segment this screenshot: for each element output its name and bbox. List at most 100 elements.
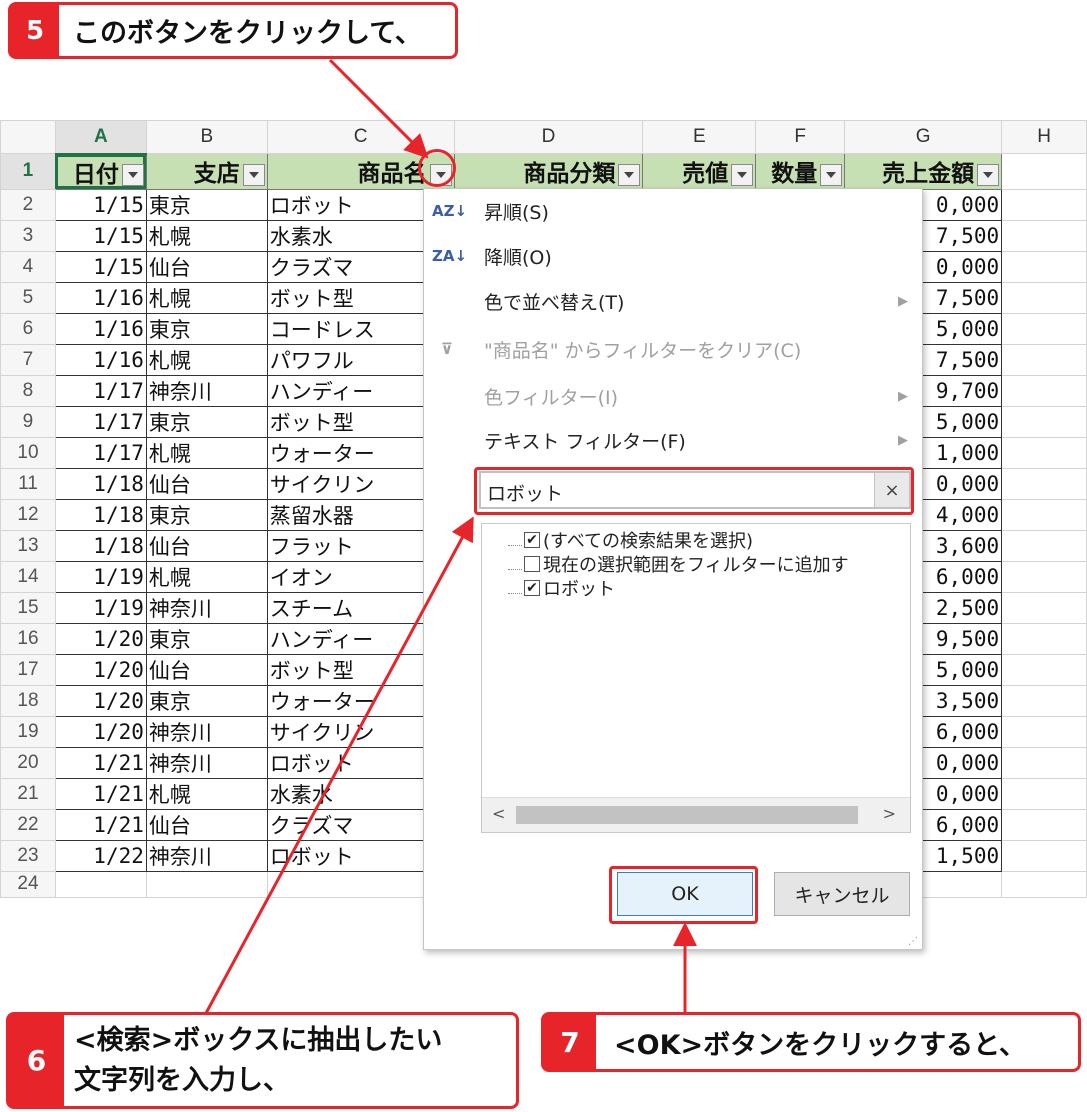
cell-branch[interactable]: 東京 <box>145 188 268 221</box>
cell-date[interactable]: 1/18 <box>54 467 147 500</box>
cell-branch[interactable]: 東京 <box>145 405 268 438</box>
cell[interactable] <box>1001 591 1087 624</box>
cell-date[interactable]: 1/17 <box>54 436 147 469</box>
row-header[interactable]: 2 <box>0 188 56 221</box>
filter-header-cell[interactable]: 日付 <box>54 153 147 190</box>
menu-item-sort-ascending[interactable]: AZ↓ 昇順(S) <box>424 191 922 231</box>
row-header[interactable]: 17 <box>0 653 56 686</box>
cell-date[interactable]: 1/18 <box>54 498 147 531</box>
cell[interactable] <box>1001 436 1087 469</box>
cell-branch[interactable]: 東京 <box>145 684 268 717</box>
filter-dropdown-button[interactable] <box>977 163 1000 186</box>
scrollbar-thumb[interactable] <box>516 806 858 824</box>
cell-branch[interactable]: 札幌 <box>145 281 268 314</box>
row-header[interactable]: 12 <box>0 498 56 531</box>
cell[interactable] <box>1001 870 1087 898</box>
cell-date[interactable]: 1/20 <box>54 622 147 655</box>
cell-branch[interactable]: 仙台 <box>145 529 268 562</box>
row-header[interactable]: 9 <box>0 405 56 438</box>
row-header[interactable]: 13 <box>0 529 56 562</box>
cell[interactable] <box>1001 374 1087 407</box>
select-all-corner[interactable] <box>0 120 56 154</box>
cell-date[interactable]: 1/20 <box>54 653 147 686</box>
cell[interactable] <box>1001 343 1087 376</box>
row-header[interactable]: 8 <box>0 374 56 407</box>
cell-date[interactable]: 1/16 <box>54 343 147 376</box>
column-header-A[interactable]: A <box>54 120 147 155</box>
row-header[interactable]: 18 <box>0 684 56 717</box>
column-header-C[interactable]: C <box>266 120 455 154</box>
horizontal-scrollbar[interactable]: < > <box>482 797 910 832</box>
cell-branch[interactable]: 札幌 <box>145 436 268 469</box>
checkbox-checked-icon[interactable]: ✔ <box>524 532 540 548</box>
cell[interactable] <box>1001 715 1087 748</box>
checkbox-unchecked-icon[interactable] <box>524 556 540 572</box>
cell[interactable] <box>1001 312 1087 345</box>
menu-item-sort-descending[interactable]: ZA↓ 降順(O) <box>424 236 922 276</box>
menu-item-sort-by-color[interactable]: 色で並べ替え(T) ▶ <box>424 281 922 321</box>
cell[interactable] <box>1001 188 1087 221</box>
cell[interactable] <box>1001 653 1087 686</box>
filter-dropdown-button[interactable] <box>618 163 641 186</box>
cell-date[interactable]: 1/21 <box>54 808 147 841</box>
row-header[interactable]: 11 <box>0 467 56 500</box>
cell-date[interactable]: 1/22 <box>54 839 147 872</box>
filter-header-cell[interactable]: 商品分類 <box>453 153 644 190</box>
column-header-F[interactable]: F <box>755 120 846 154</box>
scroll-right-icon[interactable]: > <box>883 804 896 823</box>
cell[interactable] <box>1001 839 1087 872</box>
cell[interactable] <box>1001 684 1087 717</box>
cell-date[interactable]: 1/19 <box>54 591 147 624</box>
row-header[interactable]: 10 <box>0 436 56 469</box>
cell-branch[interactable]: 仙台 <box>145 653 268 686</box>
cell[interactable] <box>1001 622 1087 655</box>
cell-branch[interactable]: 神奈川 <box>145 374 268 407</box>
cell-date[interactable]: 1/17 <box>54 374 147 407</box>
row-header[interactable]: 20 <box>0 746 56 779</box>
cell-branch[interactable]: 仙台 <box>145 467 268 500</box>
filter-dropdown-button[interactable] <box>820 163 843 186</box>
row-header[interactable]: 14 <box>0 560 56 593</box>
filter-header-cell[interactable]: 数量 <box>755 153 846 190</box>
cell[interactable] <box>1001 808 1087 841</box>
cell-branch[interactable]: 神奈川 <box>145 839 268 872</box>
row-header[interactable]: 6 <box>0 312 56 345</box>
cell[interactable] <box>1001 777 1087 810</box>
cell-branch[interactable]: 仙台 <box>145 250 268 283</box>
cell[interactable] <box>1001 153 1087 190</box>
cell-branch[interactable]: 東京 <box>145 312 268 345</box>
row-header[interactable]: 19 <box>0 715 56 748</box>
cell-date[interactable]: 1/21 <box>54 777 147 810</box>
cell[interactable] <box>1001 405 1087 438</box>
filter-dropdown-button[interactable] <box>731 163 754 186</box>
cell-date[interactable]: 1/16 <box>54 312 147 345</box>
row-header[interactable]: 24 <box>0 870 56 898</box>
cell[interactable] <box>1001 219 1087 252</box>
cell-branch[interactable]: 東京 <box>145 622 268 655</box>
filter-dropdown-button[interactable] <box>121 164 144 186</box>
cell[interactable] <box>1001 281 1087 314</box>
menu-item-text-filter[interactable]: テキスト フィルター(F) ▶ <box>424 420 922 460</box>
filter-header-cell[interactable]: 支店 <box>145 153 268 190</box>
cell-date[interactable]: 1/17 <box>54 405 147 438</box>
filter-header-cell[interactable]: 売値 <box>642 153 757 190</box>
cancel-button[interactable]: キャンセル <box>774 872 910 916</box>
cell-branch[interactable]: 仙台 <box>145 808 268 841</box>
list-item-robot[interactable]: ✔ ロボット <box>508 574 615 602</box>
column-header-D[interactable]: D <box>453 120 644 154</box>
row-header[interactable]: 7 <box>0 343 56 376</box>
cell[interactable] <box>1001 250 1087 283</box>
row-header[interactable]: 16 <box>0 622 56 655</box>
cell-date[interactable]: 1/18 <box>54 529 147 562</box>
row-header[interactable]: 23 <box>0 839 56 872</box>
cell-branch[interactable]: 札幌 <box>145 343 268 376</box>
column-header-H[interactable]: H <box>1001 120 1087 154</box>
cell-branch[interactable]: 神奈川 <box>145 591 268 624</box>
scroll-left-icon[interactable]: < <box>492 804 505 823</box>
cell-date[interactable]: 1/16 <box>54 281 147 314</box>
cell[interactable] <box>1001 498 1087 531</box>
cell-date[interactable]: 1/15 <box>54 219 147 252</box>
cell-branch[interactable]: 神奈川 <box>145 715 268 748</box>
filter-dropdown-button[interactable] <box>242 163 265 186</box>
checkbox-checked-icon[interactable]: ✔ <box>524 580 540 596</box>
